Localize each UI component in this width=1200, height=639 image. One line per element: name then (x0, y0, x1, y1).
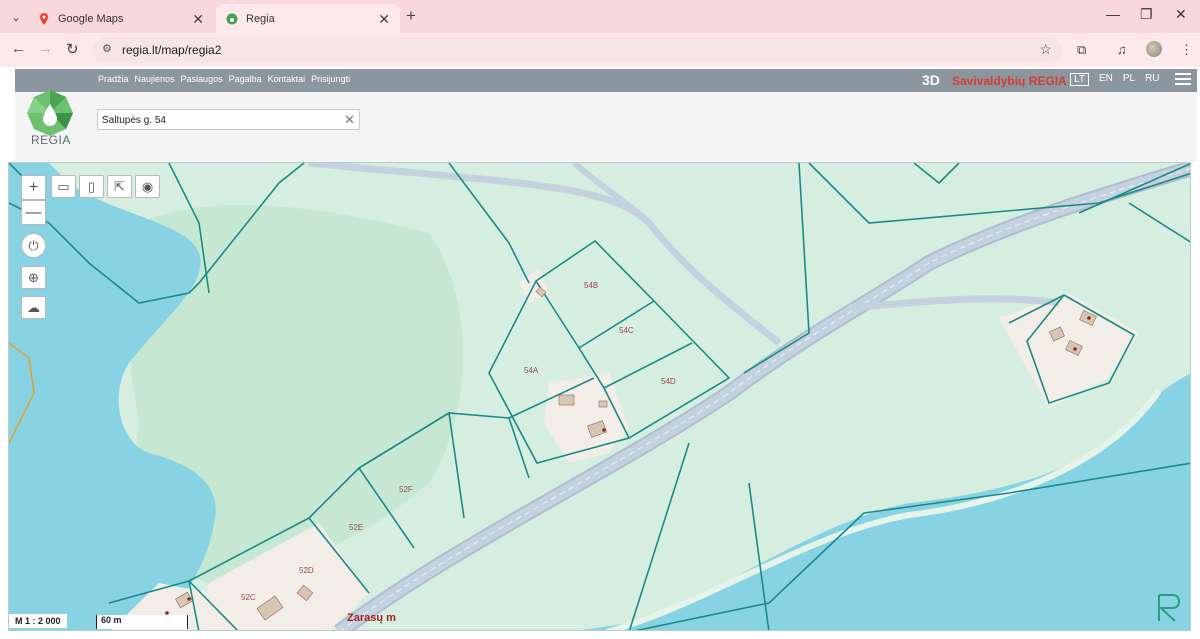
browser-toolbar: ← → ↻ ⚙ regia.lt/map/regia2 ☆ ⧉ ♫ ⋮ (0, 33, 1200, 67)
main-nav: Pradžia Naujienos Paslaugos Pagalba Kont… (98, 74, 350, 84)
parcel-label[interactable]: 54C (619, 326, 634, 335)
extensions-icon[interactable]: ⧉ (1077, 42, 1086, 58)
new-tab-icon[interactable]: + (406, 6, 416, 26)
nav-naujienos[interactable]: Naujienos (135, 74, 175, 84)
nav-pradzia[interactable]: Pradžia (98, 74, 129, 84)
site-title[interactable]: Savivaldybių REGIA (952, 74, 1067, 88)
map-canvas[interactable]: 54B 54C 54A 54D 52F 52E 52D 52C Zarasų m (9, 163, 1191, 631)
parcel-label[interactable]: 52E (349, 523, 363, 532)
tab-regia[interactable]: Regia ✕ (216, 4, 400, 33)
nav-paslaugos[interactable]: Paslaugos (181, 74, 223, 84)
parcel-label[interactable]: 52C (241, 593, 256, 602)
close-tab-icon[interactable]: ✕ (192, 11, 204, 28)
mouse-icon[interactable]: ▯ (79, 175, 104, 198)
lang-pl[interactable]: PL (1123, 73, 1135, 86)
language-switcher: LT EN PL RU (1070, 73, 1160, 86)
draw-polygon-icon[interactable]: ☁ (21, 296, 46, 319)
nav-kontaktai[interactable]: Kontaktai (268, 74, 306, 84)
bookmark-star-icon[interactable]: ☆ (1039, 41, 1052, 58)
browser-tabbar: ⌄ Google Maps ✕ Regia ✕ + — ❐ ✕ (0, 0, 1200, 33)
parcel-label[interactable]: 54A (524, 366, 539, 375)
forward-icon[interactable]: → (38, 40, 53, 57)
3d-button[interactable]: 3D (922, 72, 940, 88)
measure-icon[interactable]: ▭ (51, 175, 76, 198)
clear-search-icon[interactable]: ✕ (344, 112, 355, 128)
back-icon[interactable]: ← (11, 40, 26, 57)
share-icon[interactable]: ⇱ (107, 175, 132, 198)
hamburger-menu-icon[interactable] (1175, 73, 1191, 87)
google-maps-favicon-icon (40, 12, 48, 25)
lang-ru[interactable]: RU (1145, 73, 1159, 86)
tab-search-button[interactable]: ⌄ (6, 7, 26, 27)
lang-en[interactable]: EN (1099, 73, 1113, 86)
site-info-icon[interactable]: ⚙ (102, 42, 112, 55)
close-window-icon[interactable]: ✕ (1175, 6, 1187, 23)
logo-text: REGIA (31, 133, 71, 147)
tab-title: Google Maps (58, 12, 124, 25)
browser-menu-icon[interactable]: ⋮ (1180, 42, 1193, 58)
restore-icon[interactable]: ❐ (1140, 6, 1153, 23)
crosshair-icon[interactable]: ⊕ (21, 266, 46, 289)
close-tab-icon[interactable]: ✕ (378, 11, 390, 28)
map-view[interactable]: 54B 54C 54A 54D 52F 52E 52D 52C Zarasų m… (8, 162, 1191, 631)
search-input[interactable] (98, 111, 328, 130)
zoom-out-button[interactable]: — (21, 200, 46, 225)
parcel-label[interactable]: 52D (299, 566, 314, 575)
parcel-label[interactable]: 54B (584, 281, 598, 290)
profile-avatar[interactable] (1146, 41, 1162, 57)
lang-lt[interactable]: LT (1070, 73, 1089, 86)
url-text: regia.lt/map/regia2 (122, 43, 222, 57)
scale-bar: 60 m (96, 615, 188, 629)
regia-favicon-icon (226, 13, 238, 24)
parcel-label[interactable]: 54D (661, 377, 676, 386)
nav-pagalba[interactable]: Pagalba (229, 74, 262, 84)
minimize-icon[interactable]: — (1106, 6, 1120, 22)
compass-icon[interactable]: ⏻ (21, 233, 46, 258)
nav-prisijungti[interactable]: Prisijungti (311, 74, 350, 84)
place-label: Zarasų m (347, 612, 396, 624)
reload-icon[interactable]: ↻ (66, 40, 79, 58)
scale-ratio: M 1 : 2 000 (9, 614, 67, 628)
media-control-icon[interactable]: ♫ (1117, 42, 1127, 57)
zoom-in-button[interactable]: + (21, 175, 46, 200)
tab-title: Regia (246, 12, 275, 25)
tab-google-maps[interactable]: Google Maps ✕ (28, 4, 214, 33)
site-navbar: Pradžia Naujienos Paslaugos Pagalba Kont… (15, 69, 1197, 92)
address-search: ✕ (97, 109, 360, 130)
address-bar[interactable]: ⚙ regia.lt/map/regia2 ☆ (92, 37, 1062, 63)
location-target-icon[interactable]: ◉ (135, 175, 160, 198)
parcel-label[interactable]: 52F (399, 485, 413, 494)
